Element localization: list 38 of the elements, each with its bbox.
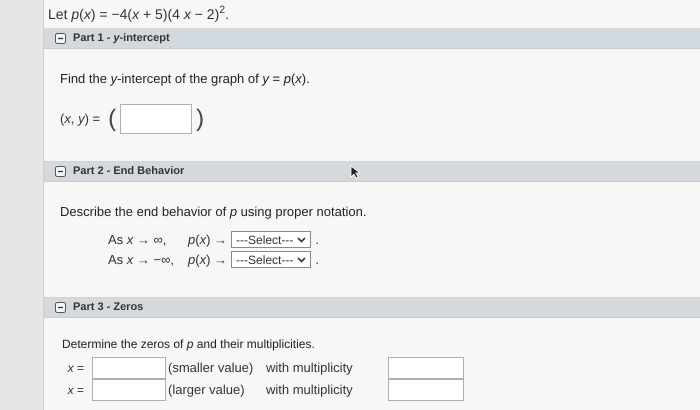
variable-label: x = xyxy=(66,382,85,399)
select-dropdown[interactable]: ---Select--- xyxy=(231,251,312,268)
parenthesis: ) xyxy=(196,104,204,134)
coordinate-label: (x, y) = xyxy=(60,110,102,128)
answer-box[interactable] xyxy=(388,379,464,401)
collapse-icon[interactable] xyxy=(55,32,66,44)
section-title: Part 2 - End Behavior xyxy=(73,164,184,179)
collapse-icon[interactable] xyxy=(55,302,66,312)
value-hint: (larger value) xyxy=(167,381,246,400)
section-header[interactable]: Part 3 - Zeros xyxy=(44,297,700,318)
parenthesis: ( xyxy=(108,104,116,134)
collapse-icon[interactable] xyxy=(55,166,66,176)
section-title: Part 1 - y-intercept xyxy=(73,30,170,46)
section-header[interactable]: Part 1 - y-intercept xyxy=(44,28,700,49)
value-hint: (smaller value) xyxy=(167,359,254,378)
question-text: Describe the end behavior of p using proper notation. xyxy=(60,203,368,221)
question-text: Determine the zeros of p and their multiplicities. xyxy=(62,336,316,353)
multiplicity-label: with multiplicity xyxy=(266,381,354,400)
chevron-down-icon xyxy=(297,236,306,242)
answer-box[interactable] xyxy=(388,357,464,379)
limit-text: As x → −∞, xyxy=(108,250,175,269)
variable-label: x = xyxy=(66,360,85,377)
question-text: Find the y-intercept of the graph of y = p(x). xyxy=(60,70,311,88)
section-header[interactable]: Part 2 - End Behavior xyxy=(44,161,700,182)
mouse-pointer-icon xyxy=(350,165,360,179)
limit-text: p(x) → xyxy=(188,250,228,269)
multiplicity-label: with multiplicity xyxy=(266,359,354,378)
select-dropdown[interactable]: ---Select--- xyxy=(231,231,312,248)
answer-box[interactable] xyxy=(92,357,166,379)
limit-text: p(x) → xyxy=(188,230,228,249)
limit-text: As x → ∞, xyxy=(108,230,168,249)
function-definition: Let p(x) = −4(x + 5)(4 x − 2)$^{2}$. xyxy=(48,4,229,24)
answer-box[interactable] xyxy=(120,104,192,134)
period: . xyxy=(315,250,319,269)
period: . xyxy=(315,230,319,249)
answer-box[interactable] xyxy=(92,379,166,401)
section-title: Part 3 - Zeros xyxy=(73,300,144,315)
chevron-down-icon xyxy=(297,256,306,262)
